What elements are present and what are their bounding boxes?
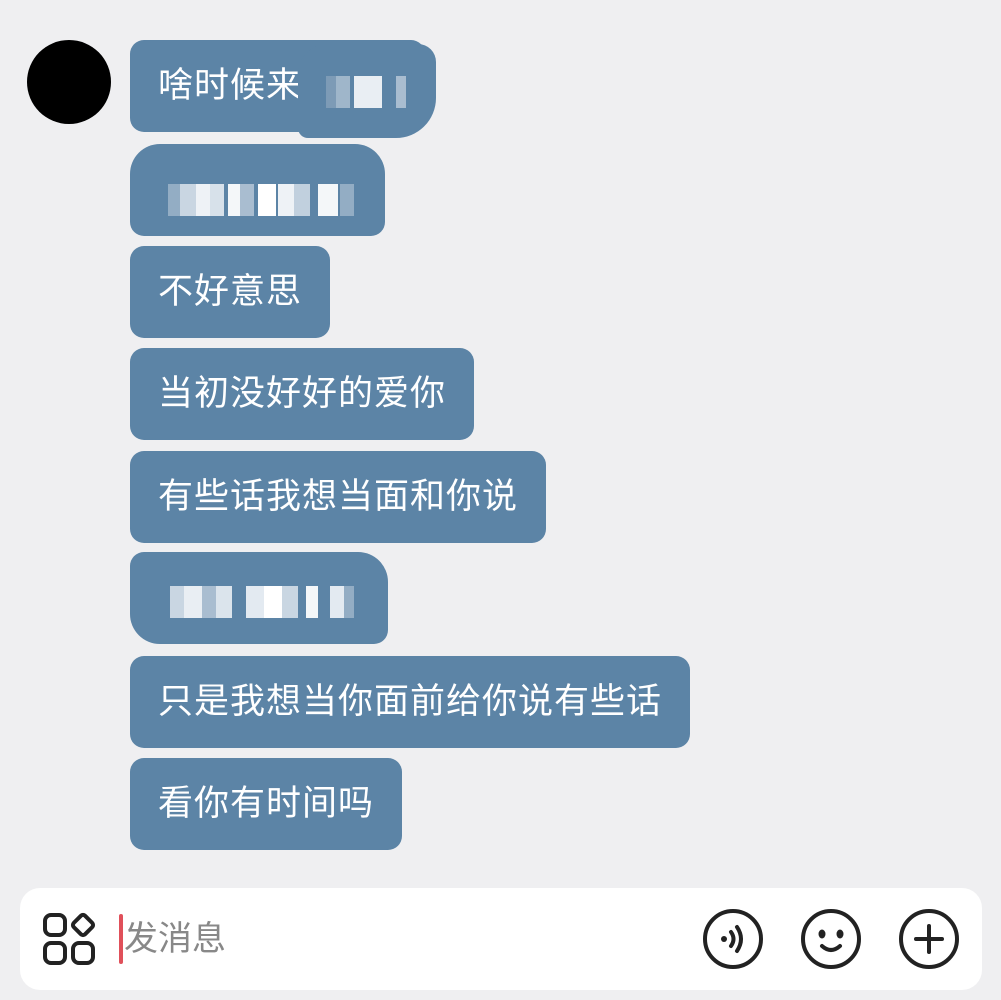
message-bubble[interactable]: 只是我想当你面前给你说有些话: [130, 656, 691, 748]
message-text: 当初没好好的爱你: [158, 374, 447, 414]
plus-icon[interactable]: [898, 908, 960, 970]
redaction-mosaic: [170, 586, 360, 618]
message-input[interactable]: [124, 888, 684, 990]
message-bubble-redacted[interactable]: [130, 552, 388, 644]
message-bubble[interactable]: 看你有时间吗: [130, 758, 403, 850]
avatar[interactable]: [27, 40, 111, 124]
redaction-mosaic: [168, 184, 358, 216]
message-text: 不好意思: [158, 272, 303, 312]
text-caret: [119, 914, 123, 964]
message-text: 啥时候来: [158, 66, 303, 106]
message-input-bar: [20, 888, 982, 990]
message-bubble[interactable]: 当初没好好的爱你: [130, 348, 475, 440]
message-text: 看你有时间吗: [158, 784, 375, 824]
message-text: 只是我想当你面前给你说有些话: [158, 682, 663, 722]
voice-icon[interactable]: [702, 908, 764, 970]
message-bubble-redacted[interactable]: [130, 144, 385, 236]
redaction-mosaic: [326, 76, 406, 108]
chat-area: 啥时候来 不好意思 当初没好好的爱你 有些话我想当面和你说 只是我想当你面前给你…: [0, 0, 1001, 880]
message-bubble[interactable]: 有些话我想当面和你说: [130, 451, 547, 543]
message-text: 有些话我想当面和你说: [158, 477, 519, 517]
message-bubble[interactable]: 不好意思: [130, 246, 331, 338]
apps-grid-icon[interactable]: [42, 912, 96, 966]
redacted-overlay: [298, 44, 436, 138]
emoji-icon[interactable]: [800, 908, 862, 970]
